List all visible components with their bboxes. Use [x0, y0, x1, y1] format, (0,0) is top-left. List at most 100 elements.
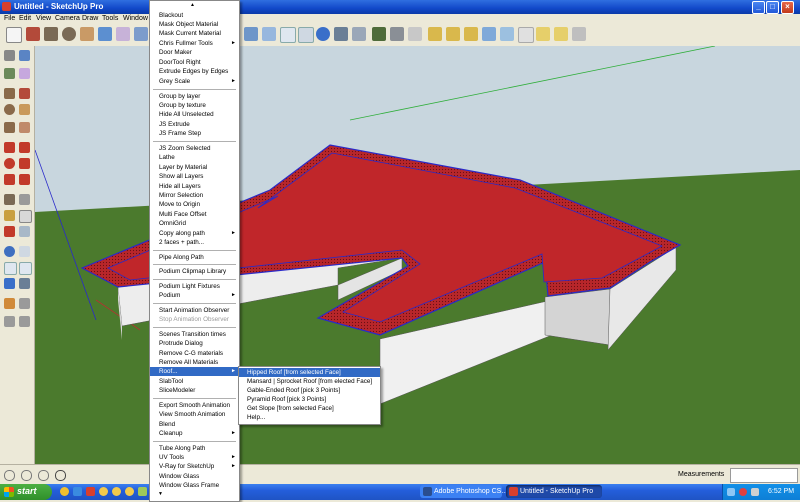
menu-item-lathe[interactable]: Lathe	[150, 153, 239, 162]
submenu-item-pyramid-roof[interactable]: Pyramid Roof [pick 3 Points]	[239, 395, 380, 404]
menu-file[interactable]: File	[4, 15, 15, 22]
task-sketchup[interactable]: Untitled - SketchUp Pro	[506, 485, 602, 498]
quicklaunch-icon-2[interactable]	[73, 487, 82, 496]
menu-item-blend[interactable]: Blend	[150, 420, 239, 429]
rotate-tool-icon[interactable]	[244, 27, 258, 41]
menu-item-copy-along-path[interactable]: Copy along path ►	[150, 229, 239, 238]
maximize-button[interactable]: □	[766, 1, 779, 14]
menu-item-protrude-dialog[interactable]: Protrude Dialog	[150, 339, 239, 348]
geo-location-icon[interactable]	[4, 470, 15, 481]
menu-scroll-down-icon[interactable]: ▼	[158, 491, 163, 497]
scale-icon[interactable]	[4, 174, 15, 185]
menu-tools[interactable]: Tools	[102, 15, 118, 22]
polygon-icon[interactable]	[4, 122, 15, 133]
monochrome-icon[interactable]	[572, 27, 586, 41]
tape-icon[interactable]	[4, 194, 15, 205]
paint-bucket-icon[interactable]	[4, 68, 15, 79]
3d-text-icon[interactable]	[19, 226, 30, 237]
quicklaunch-icon-7[interactable]	[138, 487, 147, 496]
measurements-input[interactable]	[730, 468, 798, 483]
menu-item-tube-along-path[interactable]: Tube Along Path	[150, 444, 239, 453]
select-tool-icon[interactable]	[6, 27, 22, 43]
tray-network-icon[interactable]	[727, 488, 735, 496]
menu-item-omnigrid[interactable]: OmniGrid	[150, 219, 239, 228]
push-pull-icon[interactable]	[19, 142, 30, 153]
move-icon[interactable]	[4, 142, 15, 153]
eraser-tool-icon[interactable]	[19, 68, 30, 79]
xray-icon[interactable]	[482, 27, 496, 41]
arc-icon[interactable]	[19, 104, 30, 115]
menu-item-hide-all-unselected[interactable]: Hide All Unselected	[150, 110, 239, 119]
menu-scroll-up-icon[interactable]: ▲	[190, 2, 195, 8]
orbit-icon[interactable]	[4, 246, 15, 257]
menu-item-slabtool[interactable]: SlabTool	[150, 377, 239, 386]
tray-volume-icon[interactable]	[751, 488, 759, 496]
rectangle-tool-icon[interactable]	[44, 27, 58, 41]
menu-item-move-to-origin[interactable]: Move to Origin	[150, 200, 239, 209]
menu-item-scenes-transition-times[interactable]: Scenes Transition times	[150, 330, 239, 339]
menu-camera[interactable]: Camera	[55, 15, 80, 22]
circle-icon[interactable]	[4, 104, 15, 115]
user-icon[interactable]	[38, 470, 49, 481]
tray-security-icon[interactable]	[739, 488, 747, 496]
component-icon[interactable]	[19, 50, 30, 61]
menu-item-mask-object-material[interactable]: Mask Object Material	[150, 20, 239, 29]
menu-item-group-by-texture[interactable]: Group by texture	[150, 101, 239, 110]
top-view-icon[interactable]	[446, 27, 460, 41]
menu-item-cleanup[interactable]: Cleanup ►	[150, 429, 239, 438]
menu-item-slicemodeler[interactable]: SliceModeler	[150, 386, 239, 395]
menu-item-mask-current-material[interactable]: Mask Current Material	[150, 29, 239, 38]
position-camera-icon[interactable]	[4, 298, 15, 309]
minimize-button[interactable]: _	[752, 1, 765, 14]
menu-item-pipe-along-path[interactable]: Pipe Along Path	[150, 253, 239, 262]
menu-item-js-frame-step[interactable]: JS Frame Step	[150, 129, 239, 138]
menu-item-vray[interactable]: V-Ray for SketchUp ►	[150, 462, 239, 471]
dimension-icon[interactable]	[19, 194, 30, 205]
quicklaunch-icon-6[interactable]	[125, 487, 134, 496]
menu-item-2-faces-path[interactable]: 2 faces + path...	[150, 238, 239, 247]
menu-view[interactable]: View	[36, 15, 51, 22]
shaded-icon[interactable]	[536, 27, 550, 41]
menu-item-layer-by-material[interactable]: Layer by Material	[150, 163, 239, 172]
menu-item-window-glass-frame[interactable]: Window Glass Frame	[150, 481, 239, 490]
submenu-item-hipped-roof[interactable]: Hipped Roof [from selected Face]	[239, 368, 380, 377]
shaded-textures-icon[interactable]	[554, 27, 568, 41]
look-around-icon[interactable]	[19, 298, 30, 309]
menu-window[interactable]: Window	[123, 15, 148, 22]
select-arrow-icon[interactable]	[4, 50, 15, 61]
menu-item-group-by-layer[interactable]: Group by layer	[150, 92, 239, 101]
close-button[interactable]: ×	[781, 1, 794, 14]
menu-item-view-smooth-animation[interactable]: View Smooth Animation	[150, 410, 239, 419]
menu-item-grey-scale[interactable]: Grey Scale ►	[150, 77, 239, 86]
zoom-icon[interactable]	[4, 262, 17, 275]
make-component-icon[interactable]	[98, 27, 112, 41]
menu-item-js-zoom-selected[interactable]: JS Zoom Selected	[150, 144, 239, 153]
walk-icon[interactable]	[4, 316, 15, 327]
next-view-icon[interactable]	[352, 27, 366, 41]
circle-tool-icon[interactable]	[62, 27, 76, 41]
hidden-line-icon[interactable]	[518, 27, 534, 43]
menu-item-extrude-edges[interactable]: Extrude Edges by Edges	[150, 67, 239, 76]
orbit-tool-icon[interactable]	[262, 27, 276, 41]
menu-item-mirror-selection[interactable]: Mirror Selection	[150, 191, 239, 200]
menu-item-doortool-right[interactable]: DoorTool Right	[150, 58, 239, 67]
tape-measure-icon[interactable]	[134, 27, 148, 41]
menu-item-remove-all-materials[interactable]: Remove All Materials	[150, 358, 239, 367]
wireframe-icon[interactable]	[500, 27, 514, 41]
menu-item-start-animation-observer[interactable]: Start Animation Observer	[150, 306, 239, 315]
zoom-window-icon[interactable]	[19, 262, 32, 275]
pan-tool-icon[interactable]	[280, 27, 296, 43]
menu-item-multi-face-offset[interactable]: Multi Face Offset	[150, 210, 239, 219]
menu-item-chris-fullmer-tools[interactable]: Chris Fullmer Tools ►	[150, 39, 239, 48]
share-model-icon[interactable]	[408, 27, 422, 41]
pan-icon[interactable]	[19, 246, 30, 257]
menu-item-podium-clipmap-library[interactable]: Podium Clipmap Library	[150, 267, 239, 276]
axes-icon[interactable]	[4, 226, 15, 237]
text-icon[interactable]	[19, 210, 32, 223]
previous-view-icon[interactable]	[334, 27, 348, 41]
line-icon[interactable]	[19, 88, 30, 99]
submenu-item-gable-ended-roof[interactable]: Gable-Ended Roof [pick 3 Points]	[239, 386, 380, 395]
follow-me-icon[interactable]	[19, 158, 30, 169]
freehand-icon[interactable]	[19, 122, 30, 133]
menu-item-podium[interactable]: Podium ►	[150, 291, 239, 300]
